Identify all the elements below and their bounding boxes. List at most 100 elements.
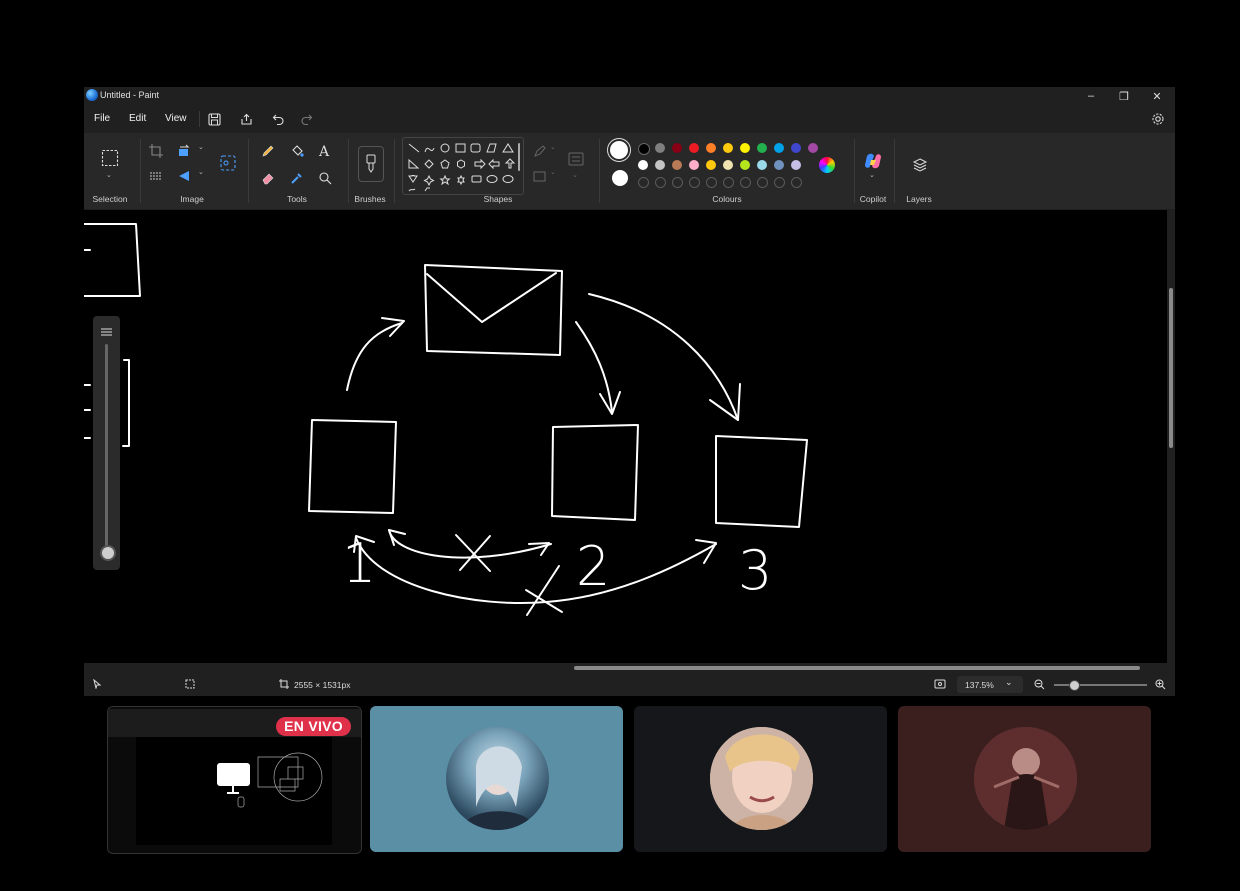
shapes-group: ⌄ ⌄ ⌄ Shapes (398, 133, 598, 209)
participant-tile-screen-share[interactable]: EN VIVO (107, 706, 362, 854)
colour-swatch[interactable] (740, 160, 750, 170)
menu-file[interactable]: File (94, 113, 110, 124)
close-button[interactable]: ✕ (1140, 87, 1174, 105)
box-3-label: 3 (738, 539, 773, 602)
participant-tile-4[interactable] (898, 706, 1151, 852)
image-group: ⌄ ⌄ Image (144, 133, 240, 209)
color-picker-icon[interactable] (287, 168, 307, 188)
colour-swatch[interactable] (672, 143, 682, 153)
drawing-canvas[interactable]: 1 2 3 (84, 210, 1167, 663)
vertical-zoom-slider[interactable] (93, 316, 120, 570)
colour-swatch[interactable] (740, 143, 750, 153)
restore-button[interactable]: ❐ (1107, 87, 1141, 105)
pencil-icon[interactable] (258, 141, 278, 161)
participant-tile-3[interactable] (634, 706, 887, 852)
colour-swatch[interactable] (689, 143, 699, 153)
title-bar: Untitled - Paint – ❐ ✕ (84, 87, 1175, 105)
colour-swatch[interactable] (791, 143, 801, 153)
colour-swatch[interactable] (791, 160, 801, 170)
image-label: Image (180, 194, 204, 204)
menu-view[interactable]: View (165, 113, 187, 124)
custom-colour-slot[interactable] (638, 177, 649, 188)
rectangle-select-icon[interactable] (99, 147, 121, 169)
custom-colour-slot[interactable] (672, 177, 683, 188)
colour-swatch[interactable] (638, 160, 648, 170)
colour-swatch[interactable] (638, 143, 650, 155)
edit-colours-icon[interactable] (819, 157, 835, 173)
secondary-colour[interactable] (612, 170, 628, 186)
image-generator-icon[interactable] (218, 153, 238, 173)
custom-colour-slot[interactable] (774, 177, 785, 188)
crop-icon[interactable] (146, 141, 166, 161)
horizontal-scrollbar[interactable] (84, 663, 1167, 673)
colour-swatch[interactable] (655, 160, 665, 170)
fit-to-window-icon[interactable] (934, 679, 946, 691)
copilot-label: Copilot (859, 194, 887, 204)
copilot-icon[interactable] (863, 151, 883, 171)
text-tool-icon[interactable]: A (315, 141, 335, 161)
layers-icon[interactable] (910, 155, 930, 175)
save-icon[interactable] (203, 109, 225, 129)
zoom-value: 137.5% (965, 680, 994, 690)
colour-swatch[interactable] (706, 160, 716, 170)
tools-group: A Tools (252, 133, 342, 209)
settings-gear-icon[interactable] (1147, 109, 1169, 129)
zoom-in-icon[interactable] (1155, 679, 1166, 692)
svg-text:A: A (318, 144, 330, 158)
share-icon[interactable] (235, 109, 257, 129)
zoom-dropdown[interactable]: 137.5% ⌄ (957, 676, 1023, 693)
custom-colour-slot[interactable] (740, 177, 751, 188)
custom-colour-slot[interactable] (689, 177, 700, 188)
custom-colour-slot[interactable] (791, 177, 802, 188)
outline-icon[interactable] (530, 141, 550, 161)
rotate-icon[interactable] (174, 141, 194, 161)
chevron-down-icon[interactable]: ⌄ (106, 171, 112, 179)
magnifier-icon[interactable] (315, 168, 335, 188)
colour-swatch[interactable] (774, 143, 784, 153)
paint-window: Untitled - Paint – ❐ ✕ File Edit View ⌄ … (84, 87, 1175, 696)
shapes-gallery[interactable] (402, 137, 524, 195)
shape-style-icon[interactable] (566, 149, 586, 169)
box-2-drawing (551, 424, 639, 521)
custom-colour-slot[interactable] (757, 177, 768, 188)
fill-bucket-icon[interactable] (287, 141, 307, 161)
colour-swatch[interactable] (689, 160, 699, 170)
colour-swatch[interactable] (757, 143, 767, 153)
colour-swatch[interactable] (706, 143, 716, 153)
fill-style-icon[interactable] (530, 166, 550, 186)
zoom-slider[interactable] (1054, 684, 1147, 686)
box-3-drawing (715, 435, 808, 528)
colour-swatch[interactable] (672, 160, 682, 170)
colour-swatch[interactable] (757, 160, 767, 170)
custom-colour-slot[interactable] (706, 177, 717, 188)
envelope-drawing (424, 264, 563, 356)
redo-icon[interactable] (295, 109, 317, 129)
participant-tile-2[interactable] (370, 706, 623, 852)
layers-stack-icon (100, 324, 113, 336)
custom-colour-slot[interactable] (723, 177, 734, 188)
flip-icon[interactable] (174, 166, 194, 186)
vertical-scroll-thumb[interactable] (1169, 288, 1173, 448)
box-1-drawing (308, 419, 397, 514)
colour-swatch[interactable] (723, 143, 733, 153)
status-bar: 2555 × 1531px 137.5% ⌄ (84, 674, 1175, 696)
primary-colour[interactable] (610, 141, 628, 159)
colour-swatch[interactable] (655, 143, 665, 153)
brush-icon[interactable] (358, 146, 384, 182)
colour-swatch[interactable] (723, 160, 733, 170)
menu-bar: File Edit View (84, 107, 1175, 131)
vertical-scrollbar[interactable] (1167, 210, 1175, 663)
colour-swatch[interactable] (808, 143, 818, 153)
horizontal-scroll-thumb[interactable] (574, 666, 1140, 670)
colour-swatch[interactable] (774, 160, 784, 170)
undo-icon[interactable] (267, 109, 289, 129)
zoom-slider-thumb[interactable] (1069, 680, 1080, 691)
vertical-zoom-thumb[interactable] (100, 545, 116, 561)
resize-icon[interactable] (146, 166, 166, 186)
colours-group: Colours (602, 133, 852, 209)
zoom-out-icon[interactable] (1034, 679, 1045, 692)
eraser-icon[interactable] (258, 168, 278, 188)
custom-colour-slot[interactable] (655, 177, 666, 188)
minimize-button[interactable]: – (1074, 87, 1108, 105)
menu-edit[interactable]: Edit (129, 113, 146, 124)
